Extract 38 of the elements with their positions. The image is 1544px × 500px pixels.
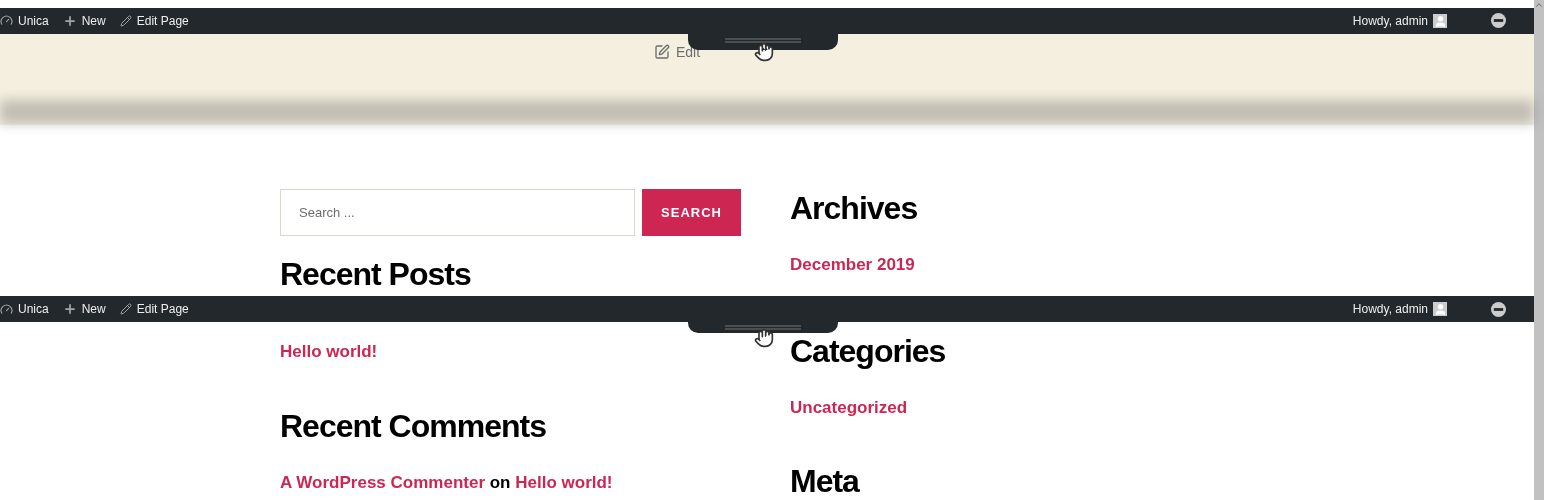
new-link[interactable]: New	[62, 302, 106, 316]
dashboard-icon	[0, 302, 13, 316]
drag-handle[interactable]	[688, 322, 838, 333]
widget-link[interactable]: Uncategorized	[790, 398, 908, 417]
dashboard-icon	[0, 14, 13, 28]
hand-cursor-icon	[754, 42, 774, 62]
pencil-icon	[119, 14, 132, 27]
grip-lines-icon	[725, 325, 801, 330]
comment-post-link[interactable]: Hello world!	[515, 473, 613, 492]
widget-title: Recent Posts	[280, 255, 472, 293]
plus-icon	[62, 13, 77, 28]
account-link[interactable]: Howdy, admin	[1352, 302, 1447, 316]
comment-author-link[interactable]: A WordPress Commenter	[280, 473, 485, 492]
comment-entry: A WordPress Commenter on Hello world!	[280, 473, 614, 493]
minus-circle-icon[interactable]	[1491, 301, 1506, 317]
widget-title: Archives	[790, 189, 919, 227]
avatar-icon	[1433, 302, 1447, 316]
widget-link[interactable]: December 2019	[790, 255, 915, 274]
search-button[interactable]: SEARCH	[642, 189, 741, 236]
site-name-link[interactable]: Unica	[0, 13, 49, 28]
edit-page-link[interactable]: Edit Page	[119, 302, 189, 316]
scrollbar[interactable]	[1534, 0, 1544, 500]
edit-icon	[653, 43, 670, 60]
search-field[interactable]: Search ...	[280, 189, 635, 236]
widget-title: Meta	[790, 462, 861, 500]
hand-cursor-icon	[754, 328, 774, 348]
grip-lines-icon	[725, 38, 801, 43]
avatar-icon	[1433, 13, 1447, 28]
widget-title: Categories	[790, 332, 947, 370]
account-link[interactable]: Howdy, admin	[1352, 13, 1447, 28]
widget-title: Recent Comments	[280, 407, 547, 445]
site-name-link[interactable]: Unica	[0, 302, 49, 316]
edit-page-link[interactable]: Edit Page	[119, 13, 189, 28]
widget-link[interactable]: Hello world!	[280, 342, 378, 361]
new-link[interactable]: New	[62, 13, 106, 28]
plus-icon	[62, 302, 77, 316]
minus-circle-icon[interactable]	[1491, 13, 1506, 29]
pencil-icon	[119, 303, 132, 315]
